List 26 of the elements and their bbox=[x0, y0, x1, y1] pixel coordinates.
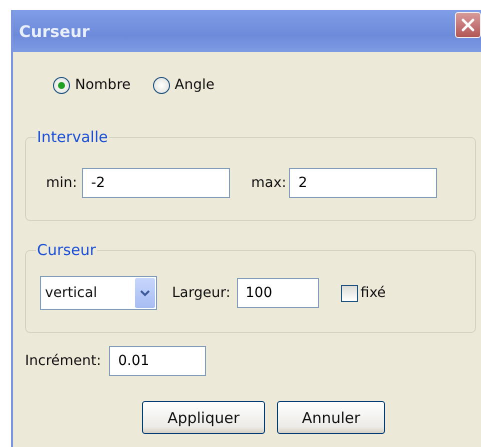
field-label: min: bbox=[46, 175, 78, 191]
group-title: Curseur bbox=[36, 241, 97, 259]
max-field[interactable]: 2 bbox=[289, 168, 438, 198]
close-button[interactable] bbox=[455, 12, 481, 38]
group-title: Intervalle bbox=[36, 128, 109, 146]
checkbox-label: fixé bbox=[360, 285, 386, 301]
min-field[interactable]: -2 bbox=[82, 168, 230, 198]
field-label: max: bbox=[251, 175, 286, 191]
field-label: Largeur: bbox=[172, 285, 230, 301]
radio-button[interactable] bbox=[53, 76, 70, 94]
window-title: Curseur bbox=[19, 22, 90, 40]
radio-button[interactable] bbox=[152, 76, 170, 94]
fixed-checkbox-option[interactable]: fixé bbox=[340, 284, 386, 302]
radio-option[interactable]: Nombre bbox=[53, 76, 131, 94]
increment-field[interactable]: 0.01 bbox=[109, 346, 206, 376]
dialog-button[interactable]: Annuler bbox=[277, 401, 385, 434]
orientation-dropdown[interactable]: vertical bbox=[40, 276, 157, 310]
chevron-down-icon bbox=[140, 290, 150, 296]
close-icon bbox=[461, 18, 475, 32]
radio-option[interactable]: Angle bbox=[152, 76, 214, 94]
radio-label: Nombre bbox=[75, 77, 131, 93]
radio-label: Angle bbox=[174, 77, 214, 93]
field-label: Incrément: bbox=[25, 353, 102, 369]
dialog-button[interactable]: Appliquer bbox=[142, 401, 265, 434]
checkbox[interactable] bbox=[340, 284, 358, 302]
width-field[interactable]: 100 bbox=[236, 278, 318, 308]
